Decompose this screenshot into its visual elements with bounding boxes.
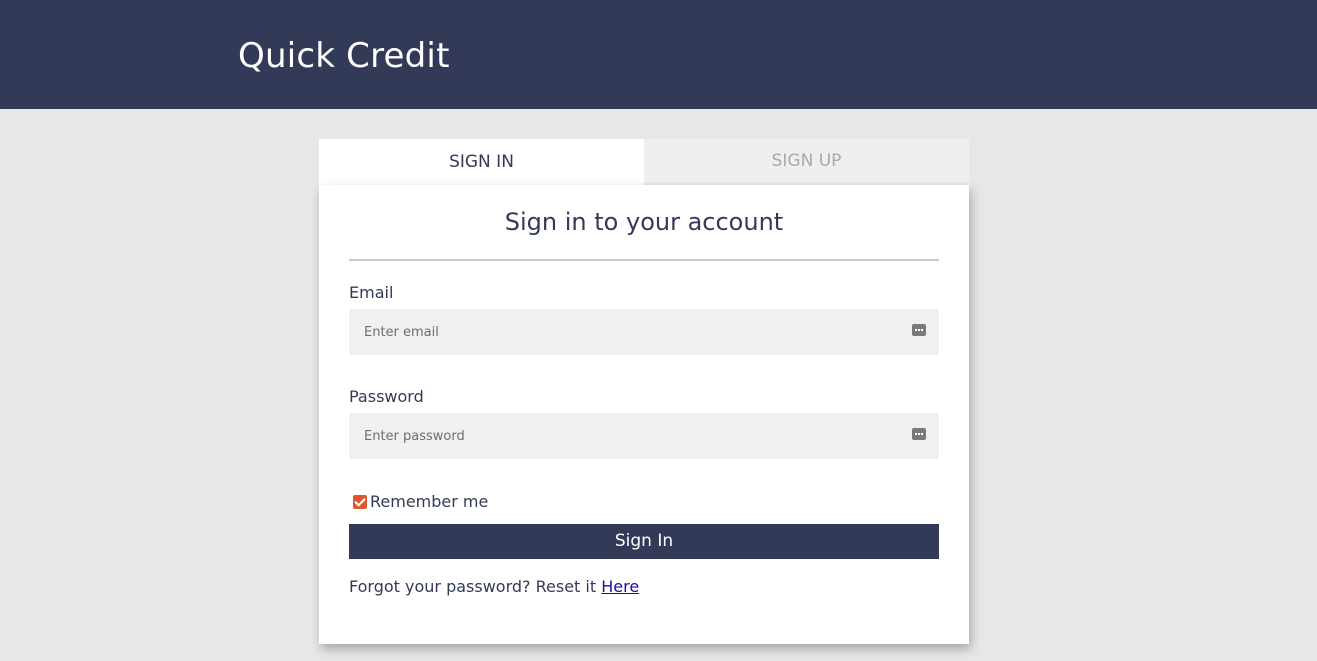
reset-password-link[interactable]: Here bbox=[601, 577, 639, 596]
signin-card: Sign in to your account Email Password R… bbox=[319, 185, 969, 644]
email-field[interactable] bbox=[349, 309, 939, 355]
forgot-password-text: Forgot your password? Reset it Here bbox=[349, 576, 639, 598]
auth-tabs: SIGN IN SIGN UP bbox=[319, 139, 969, 185]
form-title: Sign in to your account bbox=[504, 208, 784, 236]
tab-sign-up[interactable]: SIGN UP bbox=[644, 139, 969, 183]
title-divider bbox=[349, 259, 939, 261]
remember-me-label: Remember me bbox=[370, 492, 489, 511]
brand-title: Quick Credit bbox=[238, 36, 450, 76]
tab-sign-in[interactable]: SIGN IN bbox=[319, 139, 644, 185]
password-manager-icon[interactable] bbox=[912, 324, 926, 336]
checkmark-icon[interactable] bbox=[353, 495, 367, 509]
password-manager-icon[interactable] bbox=[912, 428, 926, 440]
password-label: Password bbox=[349, 387, 424, 406]
forgot-password-label: Forgot your password? Reset it bbox=[349, 577, 597, 596]
remember-me-checkbox[interactable]: Remember me bbox=[353, 491, 488, 513]
sign-in-button[interactable]: Sign In bbox=[349, 524, 939, 559]
email-label: Email bbox=[349, 283, 394, 302]
top-navbar: Quick Credit bbox=[0, 0, 1317, 109]
password-field[interactable] bbox=[349, 413, 939, 459]
